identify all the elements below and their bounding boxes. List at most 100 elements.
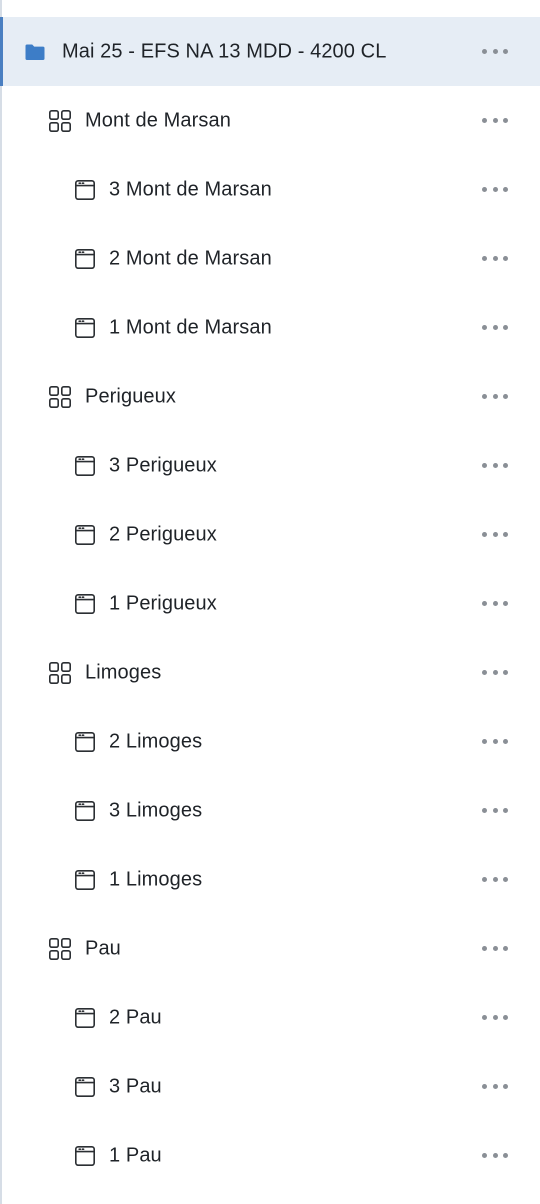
tree-page-row[interactable]: 1 Perigueux: [2, 569, 540, 638]
page-icon: [74, 524, 96, 546]
top-spacer: [2, 0, 540, 17]
page-icon: [74, 1145, 96, 1167]
grid-icon: [48, 385, 72, 409]
more-dot: [482, 1084, 487, 1089]
more-dot: [482, 463, 487, 468]
more-dot: [482, 118, 487, 123]
more-dot: [492, 394, 498, 399]
page-label: 1 Limoges: [109, 868, 203, 890]
more-dot: [503, 877, 508, 882]
grid-icon: [48, 661, 72, 685]
more-dot: [482, 808, 487, 813]
page-icon: [74, 455, 96, 477]
more-options-icon[interactable]: [482, 249, 508, 269]
more-dot: [492, 877, 498, 882]
more-dot: [503, 808, 508, 813]
more-dot: [492, 49, 498, 54]
page-icon: [74, 1076, 96, 1098]
tree-page-row[interactable]: 3 Pau: [2, 1052, 540, 1121]
more-options-icon[interactable]: [482, 1146, 508, 1166]
more-options-icon[interactable]: [482, 870, 508, 890]
more-dot: [482, 49, 487, 54]
page-label: 3 Perigueux: [109, 454, 217, 476]
more-options-icon[interactable]: [482, 318, 508, 338]
folder-label: Mai 25 - EFS NA 13 MDD - 4200 CL: [62, 40, 387, 62]
more-options-icon[interactable]: [482, 111, 508, 131]
more-dot: [503, 463, 508, 468]
more-dot: [503, 1084, 508, 1089]
group-label: Pau: [85, 937, 121, 959]
more-options-icon[interactable]: [482, 594, 508, 614]
tree-group-row[interactable]: Pau: [2, 914, 540, 983]
group-label: Mont de Marsan: [85, 109, 231, 131]
page-icon: [74, 1007, 96, 1029]
page-label: 2 Limoges: [109, 730, 203, 752]
more-dot: [503, 256, 508, 261]
more-dot: [492, 808, 498, 813]
more-dot: [492, 256, 498, 261]
tree-group-row[interactable]: Limoges: [2, 638, 540, 707]
more-dot: [503, 325, 508, 330]
more-dot: [503, 946, 508, 951]
tree-folder-row[interactable]: Mai 25 - EFS NA 13 MDD - 4200 CL: [0, 17, 540, 86]
page-label: 3 Mont de Marsan: [109, 178, 272, 200]
more-options-icon[interactable]: [482, 1077, 508, 1097]
page-icon: [74, 869, 96, 891]
more-options-icon[interactable]: [482, 180, 508, 200]
more-dot: [492, 1015, 498, 1020]
more-dot: [482, 670, 487, 675]
more-dot: [503, 1153, 508, 1158]
page-label: 1 Perigueux: [109, 592, 217, 614]
tree-page-row[interactable]: 3 Limoges: [2, 776, 540, 845]
page-icon: [74, 317, 96, 339]
more-dot: [503, 118, 508, 123]
more-options-icon[interactable]: [482, 732, 508, 752]
page-label: 2 Perigueux: [109, 523, 217, 545]
page-label: 3 Pau: [109, 1075, 162, 1097]
tree-page-row[interactable]: 3 Mont de Marsan: [2, 155, 540, 224]
tree-page-row[interactable]: 2 Perigueux: [2, 500, 540, 569]
more-dot: [482, 394, 487, 399]
tree-page-row[interactable]: 3 Perigueux: [2, 431, 540, 500]
more-dot: [492, 601, 498, 606]
more-dot: [492, 118, 498, 123]
more-dot: [482, 532, 487, 537]
tree-page-row[interactable]: 1 Limoges: [2, 845, 540, 914]
more-dot: [503, 532, 508, 537]
more-dot: [492, 946, 498, 951]
tree-group-row[interactable]: Mont de Marsan: [2, 86, 540, 155]
more-options-icon[interactable]: [482, 387, 508, 407]
more-dot: [503, 1015, 508, 1020]
tree-page-row[interactable]: 2 Mont de Marsan: [2, 224, 540, 293]
tree-page-row[interactable]: 1 Pau: [2, 1121, 540, 1190]
tree-page-row[interactable]: 1 Mont de Marsan: [2, 293, 540, 362]
page-label: 2 Mont de Marsan: [109, 247, 272, 269]
more-dot: [492, 1153, 498, 1158]
page-label: 1 Mont de Marsan: [109, 316, 272, 338]
more-dot: [492, 463, 498, 468]
grid-icon: [48, 937, 72, 961]
more-dot: [482, 877, 487, 882]
tree-root: Mai 25 - EFS NA 13 MDD - 4200 CL Mont de …: [0, 17, 540, 1190]
tree-page-row[interactable]: 2 Pau: [2, 983, 540, 1052]
tree-group-row[interactable]: Perigueux: [2, 362, 540, 431]
more-options-icon[interactable]: [482, 525, 508, 545]
more-dot: [503, 394, 508, 399]
more-options-icon[interactable]: [482, 456, 508, 476]
tree-page-row[interactable]: 2 Limoges: [2, 707, 540, 776]
more-dot: [482, 739, 487, 744]
page-label: 1 Pau: [109, 1144, 162, 1166]
more-options-icon[interactable]: [482, 663, 508, 683]
more-dot: [503, 739, 508, 744]
more-options-icon[interactable]: [482, 939, 508, 959]
more-dot: [503, 601, 508, 606]
group-label: Limoges: [85, 661, 162, 683]
more-options-icon[interactable]: [482, 801, 508, 821]
more-options-icon[interactable]: [482, 1008, 508, 1028]
more-dot: [492, 739, 498, 744]
page-icon: [74, 179, 96, 201]
more-dot: [503, 49, 508, 54]
more-dot: [492, 670, 498, 675]
more-dot: [482, 187, 487, 192]
more-options-icon[interactable]: [482, 42, 508, 62]
